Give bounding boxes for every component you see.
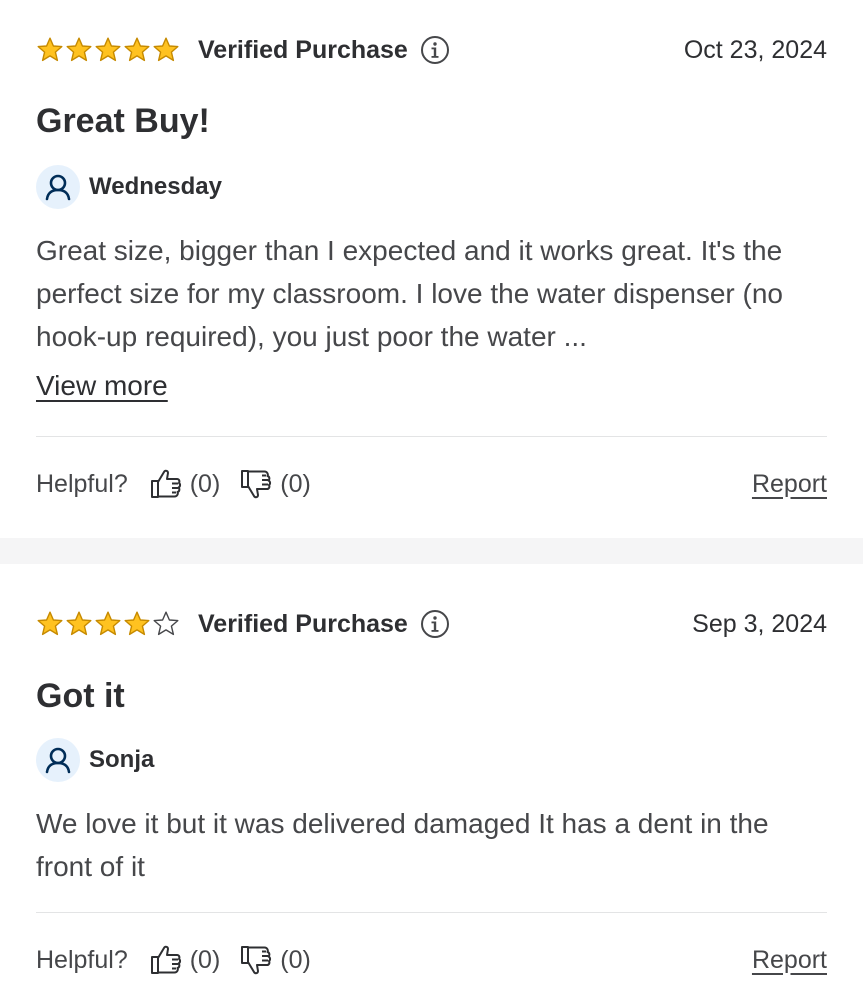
review-date: Oct 23, 2024 — [683, 35, 827, 64]
divider — [36, 436, 827, 437]
avatar — [36, 165, 80, 209]
star-rating — [36, 610, 180, 638]
helpful-no-button[interactable]: (0) — [238, 466, 311, 502]
divider — [36, 912, 827, 913]
review-text: We love it but it was delivered damaged … — [36, 808, 769, 882]
view-more-link[interactable]: View more — [36, 370, 168, 402]
star-filled-icon — [37, 611, 63, 636]
star-filled-icon — [95, 611, 121, 636]
avatar — [36, 738, 80, 782]
review-separator — [0, 538, 863, 564]
thumbs-up-icon — [150, 945, 181, 974]
star-filled-icon — [153, 37, 179, 62]
star-empty-icon — [153, 611, 179, 636]
user-icon — [45, 747, 71, 774]
report-link[interactable]: Report — [752, 946, 827, 975]
star-filled-icon — [66, 37, 92, 62]
helpful-label: Helpful? — [36, 469, 128, 498]
report-link[interactable]: Report — [752, 470, 827, 499]
review-author: Sonja — [36, 737, 154, 783]
author-name: Wednesday — [89, 173, 222, 200]
author-name: Sonja — [89, 746, 155, 773]
thumbs-down-icon — [241, 946, 272, 975]
star-filled-icon — [95, 37, 121, 62]
star-filled-icon — [37, 37, 63, 62]
user-icon — [45, 174, 71, 201]
helpful-yes-button[interactable]: (0) — [148, 466, 221, 502]
review-meta: Verified Purchase Oct 23, 2024 — [36, 30, 827, 70]
helpful-no-count: (0) — [280, 945, 311, 974]
review-date: Sep 3, 2024 — [692, 609, 827, 638]
star-rating — [36, 36, 180, 64]
review-title: Got it — [36, 677, 125, 715]
verified-purchase-label: Verified Purchase — [198, 609, 408, 638]
review-title: Great Buy! — [36, 102, 210, 140]
review-card: Verified Purchase Oct 23, 2024 Great Buy… — [0, 0, 863, 538]
star-filled-icon — [124, 37, 150, 62]
info-icon[interactable] — [420, 35, 450, 65]
review-text: Great size, bigger than I expected and i… — [36, 235, 783, 352]
thumbs-down-icon — [241, 470, 272, 499]
helpful-yes-count: (0) — [189, 945, 221, 974]
info-icon[interactable] — [420, 609, 450, 639]
review-footer: Helpful? (0) (0) Report — [36, 940, 827, 980]
helpful-yes-button[interactable]: (0) — [148, 942, 221, 978]
helpful-yes-count: (0) — [189, 469, 221, 498]
thumbs-up-icon — [150, 469, 181, 498]
star-filled-icon — [66, 611, 92, 636]
review-footer: Helpful? (0) (0) Report — [36, 464, 827, 504]
star-filled-icon — [124, 611, 150, 636]
helpful-no-button[interactable]: (0) — [238, 942, 311, 978]
verified-purchase-label: Verified Purchase — [198, 35, 408, 64]
helpful-label: Helpful? — [36, 945, 128, 974]
review-card: Verified Purchase Sep 3, 2024 Got it Son… — [0, 564, 863, 1000]
review-author: Wednesday — [36, 164, 222, 210]
review-meta: Verified Purchase Sep 3, 2024 — [36, 604, 827, 644]
helpful-no-count: (0) — [280, 469, 311, 498]
